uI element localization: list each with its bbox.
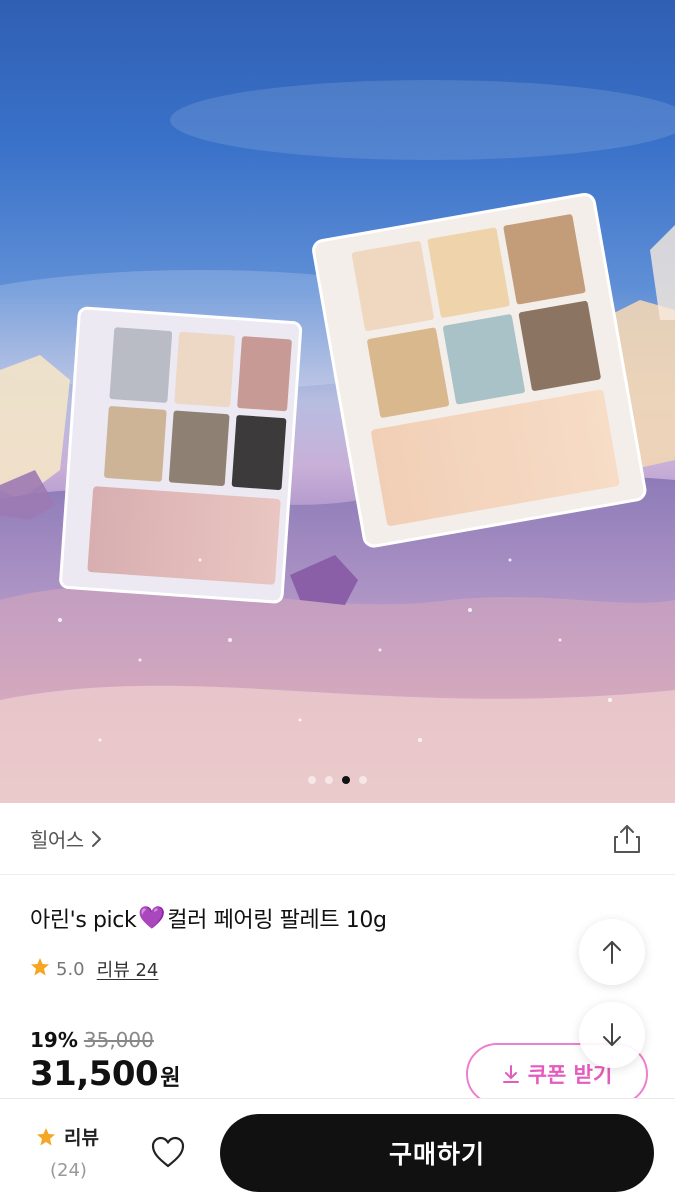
- title-suffix: 컬러 페어링 팔레트 10g: [167, 908, 387, 933]
- product-photo: [0, 80, 675, 803]
- carousel-dot[interactable]: [359, 776, 367, 784]
- star-icon: [30, 957, 50, 982]
- product-image-carousel[interactable]: [0, 0, 675, 803]
- carousel-dot-active[interactable]: [342, 776, 350, 784]
- scroll-bottom-button[interactable]: [579, 1002, 645, 1068]
- brand-row: 힐어스: [0, 803, 675, 875]
- price-block: 19% 35,000 31,500 원: [30, 1028, 180, 1094]
- carousel-dot[interactable]: [325, 776, 333, 784]
- carousel-indicator: [0, 776, 675, 784]
- final-price: 31,500: [30, 1054, 159, 1094]
- bottom-review-button[interactable]: 리뷰 (24): [36, 1123, 116, 1181]
- review-count-link[interactable]: 리뷰 24: [97, 956, 159, 982]
- discount-rate: 19%: [30, 1028, 78, 1052]
- rating-score: 5.0: [56, 958, 85, 980]
- star-icon: [37, 1127, 55, 1145]
- scroll-top-button[interactable]: [579, 919, 645, 985]
- chevron-right-icon[interactable]: [90, 828, 112, 850]
- currency-unit: 원: [160, 1066, 181, 1091]
- carousel-dot[interactable]: [308, 776, 316, 784]
- brand-link[interactable]: 힐어스: [30, 824, 84, 853]
- share-icon[interactable]: [612, 823, 642, 855]
- title-prefix: 아린's pick: [30, 908, 137, 933]
- original-price: 35,000: [83, 1028, 154, 1052]
- arrow-down-icon: [603, 1023, 621, 1046]
- purple-heart-emoji: 💜: [138, 905, 166, 931]
- arrow-up-icon: [603, 941, 621, 964]
- bottom-action-bar: 리뷰 (24) 구매하기: [0, 1098, 675, 1200]
- bottom-review-label: 리뷰: [64, 1127, 99, 1149]
- rating-row: 5.0 리뷰 24: [30, 956, 158, 982]
- buy-button[interactable]: 구매하기: [220, 1114, 654, 1192]
- download-icon: [502, 1065, 519, 1083]
- bottom-review-count: (24): [50, 1160, 87, 1181]
- product-title: 아린's pick 💜 컬러 페어링 팔레트 10g: [30, 902, 387, 934]
- heart-icon[interactable]: [150, 1135, 186, 1169]
